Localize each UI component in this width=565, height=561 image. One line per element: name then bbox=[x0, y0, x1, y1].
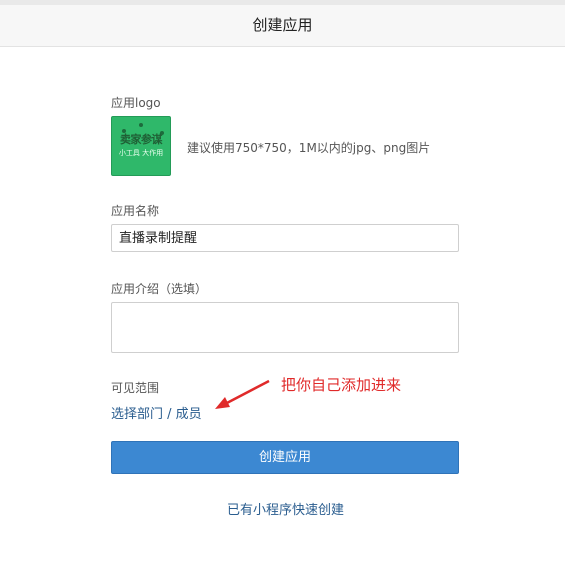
app-name-input[interactable]: 直播录制提醒 bbox=[111, 224, 459, 252]
name-label: 应用名称 bbox=[111, 204, 160, 218]
app-intro-textarea[interactable] bbox=[111, 302, 459, 353]
logo-label: 应用logo bbox=[111, 96, 161, 110]
create-app-button[interactable]: 创建应用 bbox=[111, 441, 459, 474]
intro-label: 应用介绍（选填） bbox=[111, 282, 208, 296]
logo-subtitle: 小工具 大作用 bbox=[118, 149, 164, 157]
annotation-text: 把你自己添加进来 bbox=[281, 376, 402, 394]
page-title: 创建应用 bbox=[0, 5, 565, 47]
select-members-link[interactable]: 选择部门 / 成员 bbox=[111, 403, 202, 422]
logo-title: 卖家参谋 bbox=[120, 133, 163, 146]
logo-hint: 建议使用750*750，1M以内的jpg、png图片 bbox=[187, 141, 431, 155]
miniprogram-create-link[interactable]: 已有小程序快速创建 bbox=[0, 499, 565, 518]
logo-dot bbox=[139, 123, 143, 127]
annotation-arrow-icon bbox=[215, 379, 270, 409]
app-logo-upload[interactable]: 卖家参谋 小工具 大作用 bbox=[111, 116, 171, 176]
scope-label: 可见范围 bbox=[111, 381, 160, 395]
